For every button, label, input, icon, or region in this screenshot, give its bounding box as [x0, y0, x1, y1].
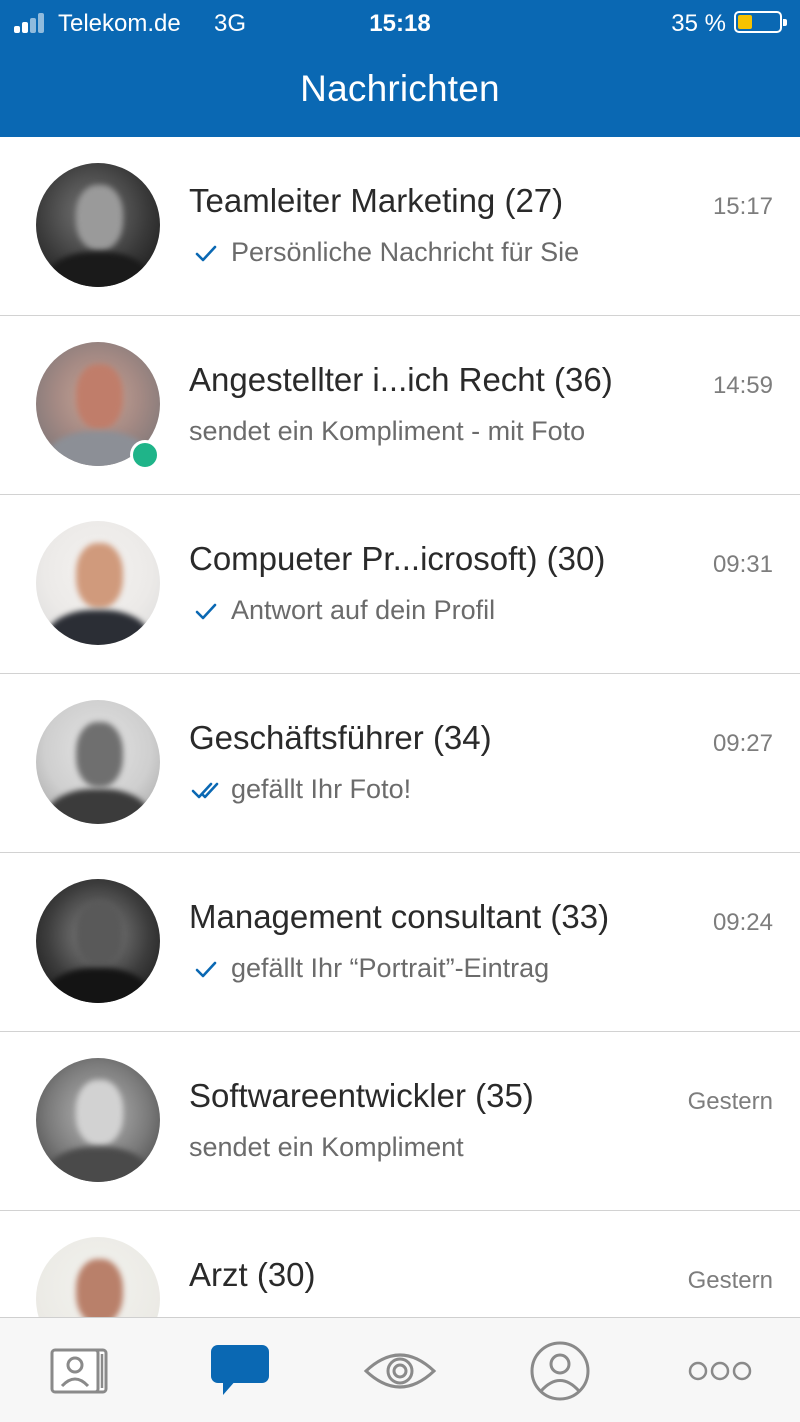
conversation-time: 15:17	[712, 193, 773, 220]
conversation-preview: sendet ein Kompliment	[189, 1132, 464, 1163]
contacts-icon	[48, 1346, 112, 1396]
avatar	[36, 1058, 160, 1182]
conversation-time: 14:59	[712, 372, 773, 399]
page-title: Nachrichten	[300, 68, 500, 109]
double-check-icon	[189, 778, 223, 802]
conversation-preview: Persönliche Nachricht für Sie	[189, 237, 579, 268]
tab-messages[interactable]	[160, 1318, 320, 1422]
conversation-time: 09:24	[712, 909, 773, 936]
tab-more[interactable]	[640, 1318, 800, 1422]
battery-percent: 35 %	[671, 10, 726, 37]
conversation-row[interactable]: Geschäftsführer (34) 09:27 gefällt Ihr F…	[0, 674, 800, 853]
preview-text: gefällt Ihr “Portrait”-Eintrag	[231, 953, 550, 983]
conversation-preview: gefällt Ihr “Portrait”-Eintrag	[189, 953, 549, 984]
avatar	[36, 700, 160, 824]
eye-icon	[363, 1349, 437, 1393]
avatar	[36, 879, 160, 1003]
preview-text: sendet ein Kompliment - mit Foto	[189, 416, 586, 446]
avatar	[36, 1237, 160, 1317]
tab-bar	[0, 1317, 800, 1422]
online-status-dot	[130, 440, 160, 470]
battery-fill	[738, 15, 752, 29]
chat-bubble-icon	[209, 1343, 271, 1399]
conversation-name: Teamleiter Marketing (27)	[189, 182, 564, 219]
check-icon	[189, 241, 223, 265]
tab-visitors[interactable]	[320, 1318, 480, 1422]
conversation-name: Geschäftsführer (34)	[189, 719, 492, 756]
conversation-row[interactable]: Teamleiter Marketing (27) 15:17 Persönli…	[0, 137, 800, 316]
conversation-time: Gestern	[687, 1088, 773, 1115]
conversation-name: Arzt (30)	[189, 1256, 316, 1293]
conversation-list: Teamleiter Marketing (27) 15:17 Persönli…	[0, 137, 800, 1317]
avatar	[36, 163, 160, 287]
more-icon	[688, 1360, 752, 1382]
check-icon	[189, 599, 223, 623]
status-bar: Telekom.de 3G 15:18 35 %	[0, 0, 800, 46]
profile-icon	[529, 1340, 591, 1402]
preview-text: gefällt Ihr Foto!	[231, 774, 412, 804]
conversation-preview: Antwort auf dein Profil	[189, 595, 495, 626]
battery-icon	[734, 11, 787, 33]
tab-contacts[interactable]	[0, 1318, 160, 1422]
conversation-time: 09:27	[712, 730, 773, 757]
conversation-preview: gefällt Ihr Foto!	[189, 774, 411, 805]
conversation-row[interactable]: Arzt (30) Gestern	[0, 1211, 800, 1317]
conversation-preview: sendet ein Kompliment - mit Foto	[189, 416, 585, 447]
check-icon	[189, 957, 223, 981]
preview-text: sendet ein Kompliment	[189, 1132, 464, 1162]
tab-profile[interactable]	[480, 1318, 640, 1422]
conversation-time: Gestern	[687, 1267, 773, 1294]
preview-text: Antwort auf dein Profil	[231, 595, 496, 625]
conversation-name: Management consultant (33)	[189, 898, 610, 935]
conversation-row[interactable]: Management consultant (33) 09:24 gefällt…	[0, 853, 800, 1032]
conversation-row[interactable]: Compueter Pr...icrosoft) (30) 09:31 Antw…	[0, 495, 800, 674]
conversation-name: Softwareentwickler (35)	[189, 1077, 534, 1114]
conversation-name: Angestellter i...ich Recht (36)	[189, 361, 613, 398]
avatar	[36, 521, 160, 645]
conversation-row[interactable]: Softwareentwickler (35) Gestern sendet e…	[0, 1032, 800, 1211]
conversation-name: Compueter Pr...icrosoft) (30)	[189, 540, 606, 577]
preview-text: Persönliche Nachricht für Sie	[231, 237, 580, 267]
conversation-row[interactable]: Angestellter i...ich Recht (36) 14:59 se…	[0, 316, 800, 495]
app-header: Telekom.de 3G 15:18 35 % Nachrichten	[0, 0, 800, 137]
conversation-time: 09:31	[712, 551, 773, 578]
